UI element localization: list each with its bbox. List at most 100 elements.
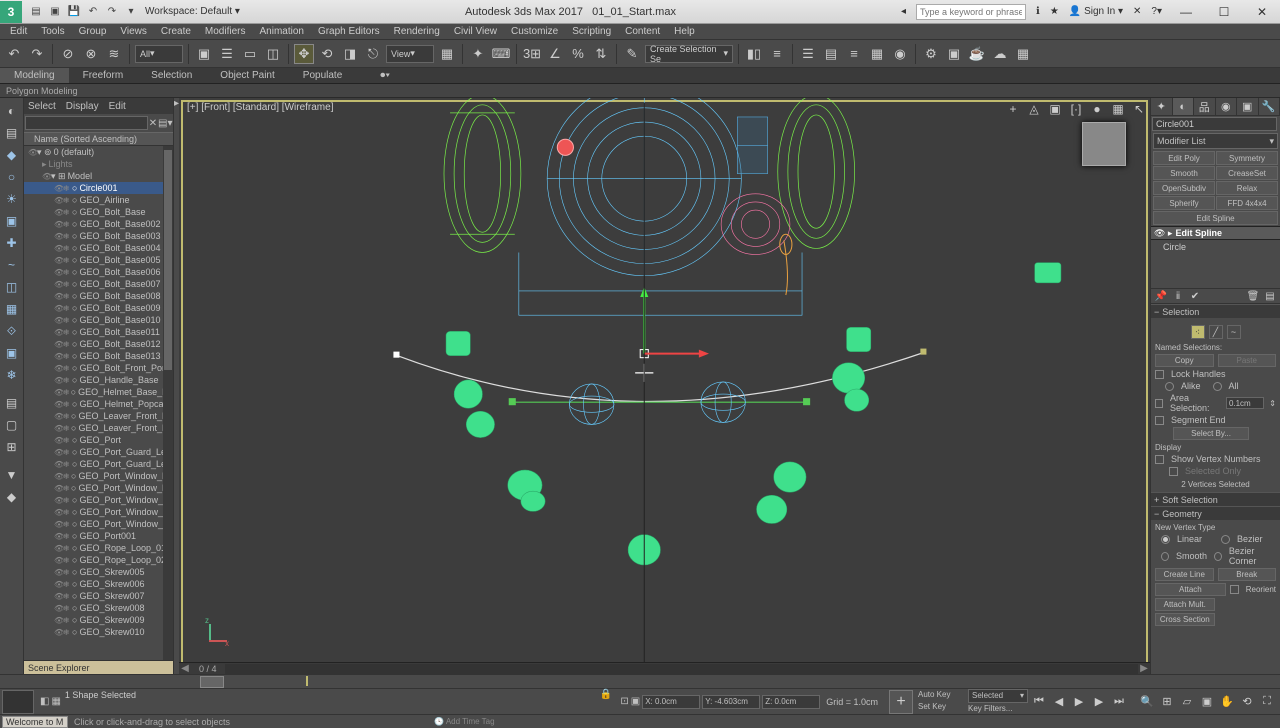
ribbon-selection[interactable]: Selection (137, 68, 206, 83)
se-display-icon[interactable]: ▤ (2, 123, 22, 143)
se-view-icon[interactable]: ▤▾ (158, 118, 172, 129)
se-xrefs-icon[interactable]: ▦ (2, 299, 22, 319)
copy-button[interactable]: Copy (1155, 354, 1214, 367)
se-item[interactable]: 👁❄○ GEO_Skrew006 (24, 578, 173, 590)
se-item[interactable]: 👁❄○ GEO_Port_Window_Ba (24, 482, 173, 494)
vp-bracket-icon[interactable]: [·] (1067, 100, 1085, 118)
se-item[interactable]: 👁❄○ GEO_Leaver_Front_Po (24, 410, 173, 422)
attach-mult-button[interactable]: Attach Mult. (1155, 598, 1215, 611)
se-tab-edit[interactable]: Edit (109, 101, 126, 112)
goto-end-icon[interactable]: ⏭ (1110, 693, 1128, 711)
toggle-ribbon-button[interactable]: ▤ (821, 44, 841, 64)
menu-help[interactable]: Help (668, 26, 701, 37)
mod-edit-spline[interactable]: Edit Spline (1153, 211, 1278, 225)
info-center-icon[interactable]: ℹ (1036, 6, 1040, 17)
pin-icon[interactable]: 📌 (1154, 290, 1168, 302)
render-prod-button[interactable]: ☕ (967, 44, 987, 64)
minimize-button[interactable]: — (1172, 3, 1200, 21)
mod-opensubdiv[interactable]: OpenSubdiv (1153, 181, 1215, 195)
show-vn-check[interactable] (1155, 455, 1164, 464)
break-button[interactable]: Break (1218, 568, 1277, 581)
cmd-modify-icon[interactable]: ◐ (1173, 98, 1195, 115)
mod-spherify[interactable]: Spherify (1153, 196, 1215, 210)
object-name-input[interactable] (1152, 117, 1277, 131)
keyfilters-button[interactable]: Key Filters... (968, 704, 1028, 715)
se-geom-icon[interactable]: ◆ (2, 145, 22, 165)
lock-handles-check[interactable] (1155, 370, 1164, 379)
vp-arrow-icon[interactable]: ↖ (1130, 100, 1148, 118)
se-all-icon[interactable]: ▤ (2, 393, 22, 413)
select-name-button[interactable]: ☰ (217, 44, 237, 64)
select-button[interactable]: ▣ (194, 44, 214, 64)
coord-x[interactable]: X: 0.0cm (642, 695, 700, 709)
se-item[interactable]: 👁❄○ GEO_Bolt_Base007 (24, 278, 173, 290)
all-radio[interactable] (1213, 382, 1222, 391)
autokey-button[interactable]: Auto Key (918, 690, 966, 701)
se-item[interactable]: 👁❄○ GEO_Port_Window_Fr (24, 494, 173, 506)
configure-icon[interactable]: ▤ (1263, 290, 1277, 302)
subobj-vertex-icon[interactable]: ⁖ (1191, 325, 1205, 339)
redo-icon[interactable]: ↷ (104, 4, 120, 20)
mirror-button[interactable]: ▮▯ (744, 44, 764, 64)
rollout-selection[interactable]: −Selection (1151, 304, 1280, 318)
se-group[interactable]: 👁▾ ⊞ Model (24, 170, 173, 182)
se-item[interactable]: 👁❄○ Circle001 (24, 182, 173, 194)
undo-icon[interactable]: ↶ (85, 4, 101, 20)
render-iter-button[interactable]: ▦ (1013, 44, 1033, 64)
ref-coord-dropdown[interactable]: View ▾ (386, 45, 434, 63)
snap-button[interactable]: 3⊞ (522, 44, 542, 64)
reorient-check[interactable] (1230, 585, 1239, 594)
se-invert-icon[interactable]: ⊞ (2, 437, 22, 457)
keymode-dropdown[interactable]: Selected▾ (968, 689, 1028, 703)
ribbon-toggle-icon[interactable]: ⏺▾ (366, 68, 404, 83)
se-lights-icon[interactable]: ☀ (2, 189, 22, 209)
project-icon[interactable]: ▾ (123, 4, 139, 20)
vp-pan-icon[interactable]: ✋ (1218, 693, 1236, 711)
se-item[interactable]: 👁❄○ GEO_Rope_Loop_02 (24, 554, 173, 566)
se-item[interactable]: 👁❄○ GEO_Port001 (24, 530, 173, 542)
rfw-button[interactable]: ▣ (944, 44, 964, 64)
link-button[interactable]: ⊘ (58, 44, 78, 64)
se-item[interactable]: 👁❄○ GEO_Bolt_Front_Port (24, 362, 173, 374)
ribbon-object-paint[interactable]: Object Paint (206, 68, 288, 83)
layer-explorer-button[interactable]: ☰ (798, 44, 818, 64)
select-rect-button[interactable]: ▭ (240, 44, 260, 64)
vp-edge-icon[interactable]: ▣ (1046, 100, 1064, 118)
viewport[interactable]: [+] [Front] [Standard] [Wireframe] + ◬ ▣… (179, 98, 1150, 674)
se-groups-icon[interactable]: ◫ (2, 277, 22, 297)
se-bones-icon[interactable]: ⟐ (2, 321, 22, 341)
se-item[interactable]: 👁❄○ GEO_Bolt_Base005 (24, 254, 173, 266)
se-tab-display[interactable]: Display (66, 101, 99, 112)
se-item[interactable]: 👁❄○ GEO_Bolt_Base004 (24, 242, 173, 254)
schematic-button[interactable]: ▦ (867, 44, 887, 64)
se-sync-icon[interactable]: ◆ (2, 487, 22, 507)
se-item[interactable]: 👁❄○ GEO_Skrew008 (24, 602, 173, 614)
menu-content[interactable]: Content (619, 26, 666, 37)
se-tree[interactable]: 👁▾ ⊚ 0 (default) ▸ Lights 👁▾ ⊞ Model 👁❄○… (24, 146, 173, 660)
save-icon[interactable]: 💾 (66, 4, 82, 20)
alike-radio[interactable] (1165, 382, 1174, 391)
mod-ffd[interactable]: FFD 4x4x4 (1216, 196, 1278, 210)
vp-shade-icon[interactable]: ◬ (1025, 100, 1043, 118)
menu-modifiers[interactable]: Modifiers (199, 26, 252, 37)
coord-z[interactable]: Z: 0.0cm (762, 695, 820, 709)
se-item[interactable]: 👁❄○ GEO_Skrew009 (24, 614, 173, 626)
help-search-input[interactable] (916, 4, 1026, 20)
vp-add-icon[interactable]: + (1004, 100, 1022, 118)
pivot-button[interactable]: ▦ (437, 44, 457, 64)
se-root[interactable]: 👁▾ ⊚ 0 (default) (24, 146, 173, 158)
menu-scripting[interactable]: Scripting (566, 26, 617, 37)
signin[interactable]: 👤 Sign In ▾ (1069, 6, 1123, 17)
align-button[interactable]: ≡ (767, 44, 787, 64)
next-frame-icon[interactable]: ▶ (1090, 693, 1108, 711)
se-containers-icon[interactable]: ▣ (2, 343, 22, 363)
bind-button[interactable]: ≋ (104, 44, 124, 64)
vp-orbit-icon[interactable]: ⟲ (1238, 693, 1256, 711)
se-search-clear[interactable]: ✕ (148, 118, 158, 129)
viewport-label[interactable]: [+] [Front] [Standard] [Wireframe] (187, 102, 333, 113)
bezier-radio[interactable] (1221, 535, 1230, 544)
open-icon[interactable]: ▣ (47, 4, 63, 20)
add-time-tag[interactable]: 🕓 Add Time Tag (434, 717, 495, 726)
exchange-icon[interactable]: ✕ (1133, 6, 1141, 17)
stack-base[interactable]: Circle (1151, 240, 1280, 288)
